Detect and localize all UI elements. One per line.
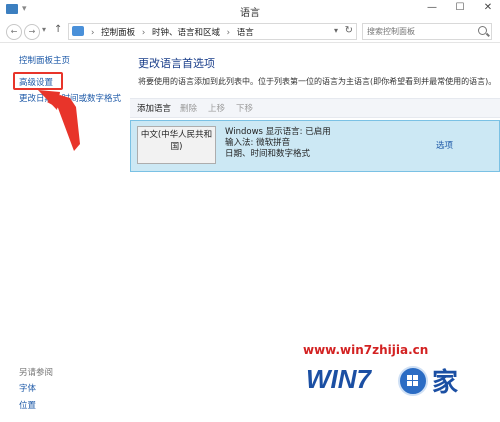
language-toolbar: 添加语言 删除 上移 下移 — [130, 98, 500, 118]
language-list-item[interactable]: 中文(中华人民共和国) Windows 显示语言: 已启用 输入法: 微软拼音 … — [130, 120, 500, 172]
watermark-url: www.win7zhijia.cn — [303, 343, 429, 357]
watermark-logo-char: 家 — [432, 368, 459, 398]
page-description: 将要使用的语言添加到此列表中。位于列表第一位的语言为主语言(即你希望看到并最常使… — [138, 77, 497, 86]
input-method: 输入法: 微软拼音 — [225, 138, 291, 148]
refresh-icon[interactable]: ↻ — [345, 25, 353, 36]
address-dropdown-icon[interactable]: ▾ — [334, 26, 338, 35]
location-link[interactable]: 位置 — [19, 399, 36, 411]
windows-logo-icon — [398, 366, 428, 396]
move-up-button[interactable]: 上移 — [208, 102, 225, 114]
search-box[interactable] — [362, 23, 492, 40]
fonts-link[interactable]: 字体 — [19, 382, 36, 394]
watermark-logo: WIN7 家 — [306, 360, 496, 410]
move-down-button[interactable]: 下移 — [236, 102, 253, 114]
close-button[interactable]: ✕ — [480, 2, 496, 13]
maximize-button[interactable]: ☐ — [452, 2, 468, 13]
language-info: Windows 显示语言: 已启用 输入法: 微软拼音 日期、时间和数字格式 — [225, 127, 331, 160]
breadcrumb-clock-language-region[interactable]: 时钟、语言和区域 — [152, 28, 220, 38]
watermark-logo-text: WIN7 — [306, 364, 371, 394]
search-icon[interactable] — [478, 26, 487, 35]
see-also-heading: 另请参阅 — [19, 368, 54, 378]
remove-button[interactable]: 删除 — [180, 102, 197, 114]
display-language-status: Windows 显示语言: 已启用 — [225, 127, 331, 137]
breadcrumb-language[interactable]: 语言 — [237, 28, 254, 38]
page-title: 更改语言首选项 — [138, 57, 215, 70]
language-name-button[interactable]: 中文(中华人民共和国) — [137, 126, 216, 164]
search-input[interactable] — [367, 25, 472, 38]
add-language-button[interactable]: 添加语言 — [137, 102, 171, 114]
options-link[interactable]: 选项 — [436, 139, 453, 151]
annotation-arrow — [38, 90, 80, 151]
minimize-button[interactable]: — — [424, 2, 440, 13]
date-time-number-format: 日期、时间和数字格式 — [225, 149, 311, 159]
